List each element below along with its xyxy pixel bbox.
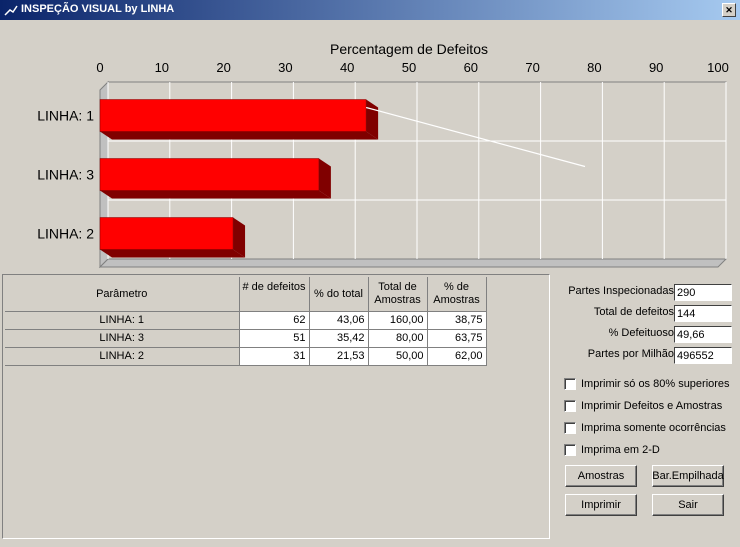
close-button[interactable]: ✕ bbox=[722, 3, 736, 17]
table-header-row: Parâmetro # de defeitos % do total Total… bbox=[5, 277, 487, 312]
partes-milhao-row: Partes por Milhão bbox=[552, 347, 738, 364]
partes-inspecionadas-label: Partes Inspecionadas bbox=[568, 285, 674, 297]
option-defeitos-amostras[interactable]: Imprimir Defeitos e Amostras bbox=[564, 399, 722, 413]
x-tick-label: 50 bbox=[402, 60, 416, 75]
row-name: LINHA: 1 bbox=[5, 311, 240, 330]
row-name: LINHA: 2 bbox=[5, 347, 240, 366]
x-tick-label: 90 bbox=[649, 60, 663, 75]
cell-pct-total[interactable]: 21,53 bbox=[309, 347, 369, 366]
x-tick-label: 40 bbox=[340, 60, 354, 75]
option-label: Imprima em 2-D bbox=[581, 444, 660, 456]
app-icon bbox=[4, 5, 18, 16]
bar bbox=[99, 158, 320, 191]
cell-pct-total[interactable]: 35,42 bbox=[309, 329, 369, 348]
total-defeitos-field[interactable] bbox=[674, 305, 732, 322]
partes-milhao-field[interactable] bbox=[674, 347, 732, 364]
checkbox[interactable] bbox=[564, 400, 576, 412]
partes-inspecionadas-row: Partes Inspecionadas bbox=[552, 284, 738, 301]
x-tick-label: 20 bbox=[216, 60, 230, 75]
cell-total-amostras[interactable]: 80,00 bbox=[368, 329, 428, 348]
cell-total-amostras[interactable]: 50,00 bbox=[368, 347, 428, 366]
option-top-80[interactable]: Imprimir só os 80% superiores bbox=[564, 377, 730, 391]
table-row[interactable]: LINHA: 3 51 35,42 80,00 63,75 bbox=[5, 329, 487, 348]
data-grid-panel: Parâmetro # de defeitos % do total Total… bbox=[2, 274, 550, 539]
bar-empilhada-button[interactable]: Bar.Empilhada bbox=[652, 465, 724, 487]
partes-inspecionadas-field[interactable] bbox=[674, 284, 732, 301]
bar-bottom bbox=[100, 131, 379, 140]
col-header-total-amostras[interactable]: Total de Amostras bbox=[368, 277, 428, 312]
category-label: LINHA: 2 bbox=[37, 226, 94, 242]
cell-defeitos[interactable]: 31 bbox=[239, 347, 310, 366]
bar-bottom bbox=[100, 249, 246, 258]
category-label: LINHA: 1 bbox=[37, 108, 94, 124]
option-label: Imprimir Defeitos e Amostras bbox=[581, 400, 723, 412]
option-label: Imprimir só os 80% superiores bbox=[581, 378, 730, 390]
x-tick-label: 10 bbox=[155, 60, 169, 75]
table-row[interactable]: LINHA: 1 62 43,06 160,00 38,75 bbox=[5, 311, 487, 330]
table-row[interactable]: LINHA: 2 31 21,53 50,00 62,00 bbox=[5, 347, 487, 366]
total-defeitos-label: Total de defeitos bbox=[593, 306, 674, 318]
checkbox[interactable] bbox=[564, 422, 576, 434]
close-icon: ✕ bbox=[725, 4, 733, 15]
x-tick-label: 70 bbox=[525, 60, 539, 75]
plot-floor bbox=[98, 258, 728, 268]
defects-chart: Percentagem de Defeitos 0 10 20 30 40 50 60 70 80… bbox=[37, 41, 729, 269]
sair-button[interactable]: Sair bbox=[652, 494, 724, 516]
chart-title: Percentagem de Defeitos bbox=[330, 41, 488, 57]
col-header-pct-amostras[interactable]: % de Amostras bbox=[427, 277, 487, 312]
data-table: Parâmetro # de defeitos % do total Total… bbox=[5, 277, 487, 366]
title-bar: INSPEÇÃO VISUAL by LINHA ✕ bbox=[0, 0, 740, 20]
partes-milhao-label: Partes por Milhão bbox=[587, 348, 674, 360]
row-name: LINHA: 3 bbox=[5, 329, 240, 348]
cell-pct-amostras[interactable]: 38,75 bbox=[427, 311, 487, 330]
option-2d[interactable]: Imprima em 2-D bbox=[564, 443, 660, 457]
cell-defeitos[interactable]: 62 bbox=[239, 311, 310, 330]
x-tick-label: 0 bbox=[96, 60, 103, 75]
x-tick-label: 80 bbox=[587, 60, 601, 75]
cell-total-amostras[interactable]: 160,00 bbox=[368, 311, 428, 330]
pct-defeituoso-label: % Defeituoso bbox=[608, 327, 674, 339]
window-title: INSPEÇÃO VISUAL by LINHA bbox=[21, 3, 175, 15]
chart-panel: Percentagem de Defeitos 0 10 20 30 40 50 60 70 80… bbox=[2, 22, 738, 274]
pct-defeituoso-row: % Defeituoso bbox=[552, 326, 738, 343]
x-tick-label: 30 bbox=[278, 60, 292, 75]
cell-pct-amostras[interactable]: 62,00 bbox=[427, 347, 487, 366]
x-tick-label: 60 bbox=[464, 60, 478, 75]
amostras-button[interactable]: Amostras bbox=[565, 465, 637, 487]
option-somente-ocorrencias[interactable]: Imprima somente ocorrências bbox=[564, 421, 726, 435]
col-header-pct-total[interactable]: % do total bbox=[309, 277, 369, 312]
col-header-parametro[interactable]: Parâmetro bbox=[5, 277, 240, 312]
summary-panel: Partes Inspecionadas Total de defeitos %… bbox=[552, 274, 738, 539]
x-tick-label: 100 bbox=[707, 60, 729, 75]
pct-defeituoso-field[interactable] bbox=[674, 326, 732, 343]
cell-pct-total[interactable]: 43,06 bbox=[309, 311, 369, 330]
col-header-defeitos[interactable]: # de defeitos bbox=[239, 277, 310, 312]
cell-defeitos[interactable]: 51 bbox=[239, 329, 310, 348]
checkbox[interactable] bbox=[564, 378, 576, 390]
option-label: Imprima somente ocorrências bbox=[581, 422, 726, 434]
imprimir-button[interactable]: Imprimir bbox=[565, 494, 637, 516]
bar bbox=[99, 217, 234, 250]
category-label: LINHA: 3 bbox=[37, 167, 94, 183]
total-defeitos-row: Total de defeitos bbox=[552, 305, 738, 322]
bar bbox=[99, 99, 367, 132]
bar-bottom bbox=[100, 190, 331, 199]
checkbox[interactable] bbox=[564, 444, 576, 456]
cell-pct-amostras[interactable]: 63,75 bbox=[427, 329, 487, 348]
